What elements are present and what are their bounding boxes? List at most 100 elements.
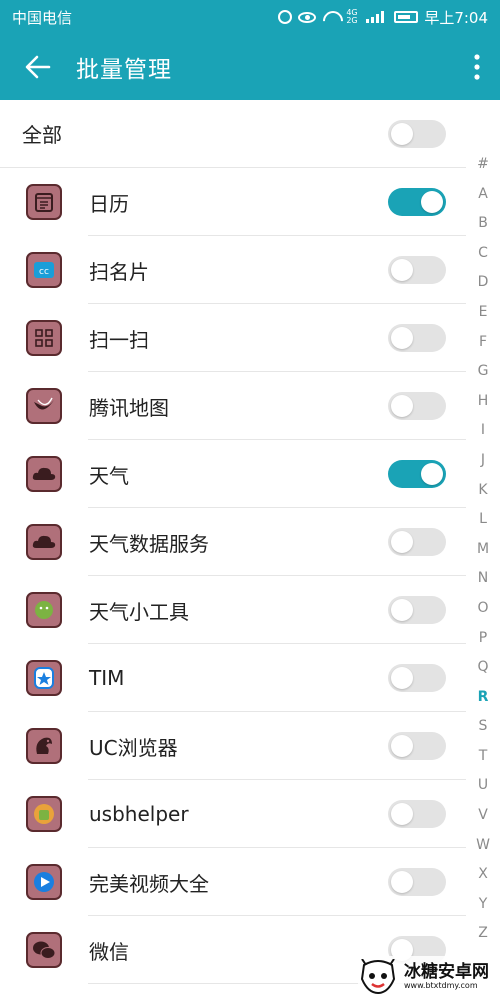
index-letter[interactable]: # <box>466 150 500 180</box>
back-button[interactable] <box>0 34 76 100</box>
app-name: 腾讯地图 <box>89 395 169 420</box>
app-row[interactable]: 腾讯地图 <box>0 372 466 440</box>
app-row[interactable]: 天气数据服务 <box>0 508 466 576</box>
index-letter[interactable]: I <box>466 416 500 446</box>
app-toggle[interactable] <box>388 732 446 760</box>
title-bar: 批量管理 <box>0 34 500 100</box>
eye-comfort-icon <box>298 11 317 23</box>
app-row[interactable]: 完美视频大全 <box>0 848 466 916</box>
alarm-icon <box>278 10 293 24</box>
status-bar: 中国电信 4G 2G 早上7:04 <box>0 0 500 34</box>
index-letter[interactable]: R <box>466 683 500 713</box>
toggle-knob <box>421 463 443 485</box>
index-letter[interactable]: V <box>466 801 500 831</box>
squirrel-icon <box>26 728 62 764</box>
app-row[interactable]: 天气小工具 <box>0 576 466 644</box>
index-letter[interactable]: B <box>466 209 500 239</box>
toggle-knob <box>421 191 443 213</box>
wechat-icon <box>26 932 62 968</box>
app-toggle[interactable] <box>388 868 446 896</box>
more-options-button[interactable] <box>454 34 500 100</box>
svg-text:cc: cc <box>39 267 49 277</box>
app-toggle[interactable] <box>388 188 446 216</box>
index-letter[interactable]: U <box>466 771 500 801</box>
map-icon <box>26 388 62 424</box>
app-toggle[interactable] <box>388 596 446 624</box>
select-all-toggle[interactable] <box>388 119 446 148</box>
carrier-name: 中国电信 <box>12 8 73 27</box>
weather-cloud-icon <box>26 524 62 560</box>
index-letter[interactable]: S <box>466 712 500 742</box>
app-row[interactable]: usbhelper <box>0 780 466 848</box>
android-badge-icon <box>26 796 62 832</box>
app-toggle[interactable] <box>388 460 446 488</box>
app-row[interactable]: 天气 <box>0 440 466 508</box>
app-header: 中国电信 4G 2G 早上7:04 批量管理 <box>0 0 500 100</box>
play-icon <box>26 864 62 900</box>
app-row[interactable]: cc 扫名片 <box>0 236 466 304</box>
more-vertical-icon <box>474 54 480 80</box>
index-letter[interactable]: W <box>466 831 500 861</box>
app-name: 天气 <box>89 463 129 488</box>
app-list: 全部 日历 cc 扫名片扫一扫腾讯地图天气天气数据服务 天气小工具 TIM UC浏览器 us… <box>0 100 466 984</box>
card-scan-icon: cc <box>26 252 62 288</box>
app-name: 完美视频大全 <box>89 871 209 896</box>
app-name: usbhelper <box>89 802 189 826</box>
index-letter[interactable]: D <box>466 268 500 298</box>
index-letter[interactable]: T <box>466 742 500 772</box>
toggle-knob <box>391 667 413 689</box>
app-name: TIM <box>89 666 125 690</box>
tim-star-icon <box>26 660 62 696</box>
qr-scan-icon <box>26 320 62 356</box>
index-letter[interactable]: Q <box>466 653 500 683</box>
site-watermark: 冰糖安卓网 www.btxtdmy.com <box>358 956 498 998</box>
app-toggle[interactable] <box>388 664 446 692</box>
select-all-row[interactable]: 全部 <box>0 100 466 168</box>
app-name: 日历 <box>89 191 129 216</box>
app-name: 微信 <box>89 939 129 964</box>
index-letter[interactable]: H <box>466 387 500 417</box>
wifi-icon <box>322 10 340 24</box>
app-row[interactable]: TIM <box>0 644 466 712</box>
app-toggle[interactable] <box>388 528 446 556</box>
index-letter[interactable]: F <box>466 328 500 358</box>
toggle-knob <box>391 735 413 757</box>
app-toggle[interactable] <box>388 392 446 420</box>
index-letter[interactable]: X <box>466 860 500 890</box>
index-letter[interactable]: P <box>466 624 500 654</box>
app-row[interactable]: UC浏览器 <box>0 712 466 780</box>
app-toggle[interactable] <box>388 256 446 284</box>
toggle-knob <box>391 395 413 417</box>
app-name: 扫一扫 <box>89 327 149 352</box>
index-letter[interactable]: K <box>466 476 500 506</box>
index-letter[interactable]: J <box>466 446 500 476</box>
app-name: 天气小工具 <box>89 599 189 624</box>
index-letter[interactable]: Z <box>466 919 500 949</box>
signal-icon <box>366 11 388 23</box>
index-letter[interactable]: G <box>466 357 500 387</box>
page-title: 批量管理 <box>76 57 172 83</box>
watermark-sub-text: www.btxtdmy.com <box>404 981 478 990</box>
app-name: 天气数据服务 <box>89 531 209 556</box>
status-icons: 4G 2G 早上7:04 <box>278 7 488 28</box>
android-icon <box>26 592 62 628</box>
app-name: 扫名片 <box>89 259 149 284</box>
alphabet-index-bar[interactable]: # A B C D E F G H I J K L M N O P Q R S T U V W X Y Z <box>466 150 500 950</box>
select-all-label: 全部 <box>22 123 62 147</box>
app-name: UC浏览器 <box>89 735 178 760</box>
index-letter[interactable]: C <box>466 239 500 269</box>
index-letter[interactable]: A <box>466 180 500 210</box>
index-letter[interactable]: Y <box>466 890 500 920</box>
watermark-main-text: 冰糖安卓网 <box>404 962 489 982</box>
app-row[interactable]: 日历 <box>0 168 466 236</box>
app-toggle[interactable] <box>388 800 446 828</box>
index-letter[interactable]: N <box>466 564 500 594</box>
calendar-icon <box>26 184 62 220</box>
index-letter[interactable]: E <box>466 298 500 328</box>
toggle-knob <box>391 871 413 893</box>
app-row[interactable]: 扫一扫 <box>0 304 466 372</box>
index-letter[interactable]: L <box>466 505 500 535</box>
app-toggle[interactable] <box>388 324 446 352</box>
index-letter[interactable]: O <box>466 594 500 624</box>
index-letter[interactable]: M <box>466 535 500 565</box>
